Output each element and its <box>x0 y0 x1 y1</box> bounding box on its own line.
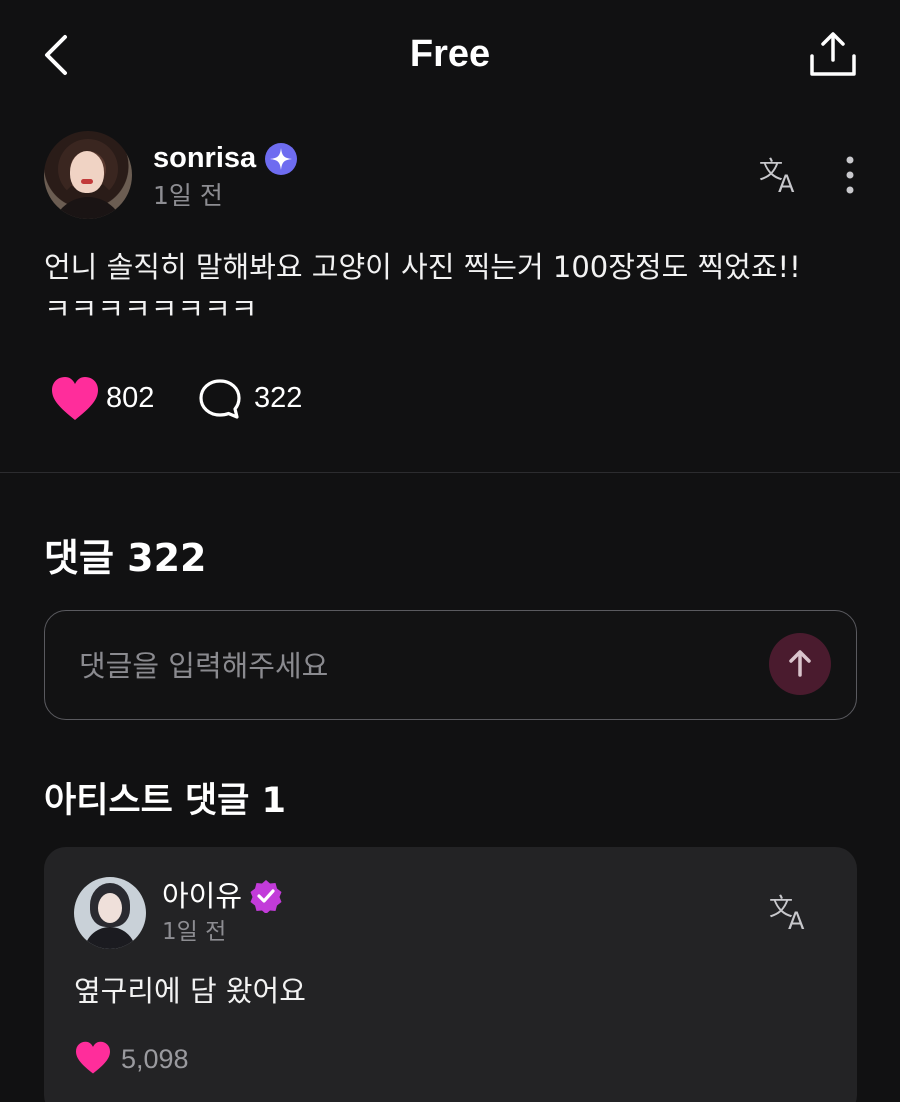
svg-text:A: A <box>788 907 805 933</box>
section-divider <box>0 472 900 473</box>
svg-text:A: A <box>778 170 795 196</box>
artist-comment-like-count: 5,098 <box>121 1044 189 1074</box>
post-body: 언니 솔직히 말해봐요 고양이 사진 찍는거 100장정도 찍었죠!! ㅋㅋㅋㅋ… <box>44 246 864 330</box>
share-button[interactable] <box>808 30 858 80</box>
fan-verified-badge-icon <box>265 143 297 175</box>
send-comment-button[interactable] <box>769 633 831 695</box>
comment-count: 322 <box>254 382 303 414</box>
author-username[interactable]: sonrisa <box>153 140 256 176</box>
post-text-line: 언니 솔직히 말해봐요 고양이 사진 찍는거 100장정도 찍었죠!! <box>44 250 801 284</box>
page-title: Free <box>409 33 491 75</box>
comment-button[interactable] <box>198 378 242 420</box>
artist-comment-card: 아이유 1일 전 文 A 옆구리에 담 왔어요 5,098 <box>44 847 857 1102</box>
like-button[interactable] <box>50 376 100 422</box>
artist-comment-like-button[interactable] <box>74 1041 112 1075</box>
post-detail-screen: Free sonrisa 1일 전 文 A 언니 솔직히 말해봐요 고양이 사진… <box>0 0 900 1102</box>
artist-avatar[interactable] <box>74 877 146 949</box>
artist-comment-text: 옆구리에 담 왔어요 <box>74 974 306 1008</box>
heart-icon <box>52 377 98 420</box>
author-avatar[interactable] <box>44 131 132 219</box>
translate-button[interactable]: 文 A <box>758 154 804 198</box>
post-timestamp: 1일 전 <box>153 181 223 210</box>
translate-icon: 文 A <box>759 156 795 198</box>
artist-verified-badge-icon <box>250 880 282 913</box>
comment-input[interactable] <box>79 641 729 691</box>
top-bar: Free <box>0 0 900 108</box>
speech-bubble-icon <box>199 379 241 419</box>
more-vertical-icon <box>846 156 854 194</box>
like-count: 802 <box>106 382 155 414</box>
more-options-button[interactable] <box>838 154 862 198</box>
translate-icon: 文 A <box>769 893 805 935</box>
post-text-line: ㅋㅋㅋㅋㅋㅋㅋㅋ <box>44 292 258 326</box>
artist-comment-timestamp: 1일 전 <box>162 919 227 945</box>
artist-name[interactable]: 아이유 <box>162 877 242 915</box>
artist-comments-heading: 아티스트 댓글 1 <box>44 781 286 821</box>
comments-heading: 댓글 322 <box>44 536 207 580</box>
heart-icon <box>76 1041 110 1074</box>
share-upload-icon <box>810 32 856 76</box>
comment-composer <box>44 610 857 720</box>
artist-translate-button[interactable]: 文 A <box>768 891 814 935</box>
arrow-up-icon <box>789 650 811 677</box>
